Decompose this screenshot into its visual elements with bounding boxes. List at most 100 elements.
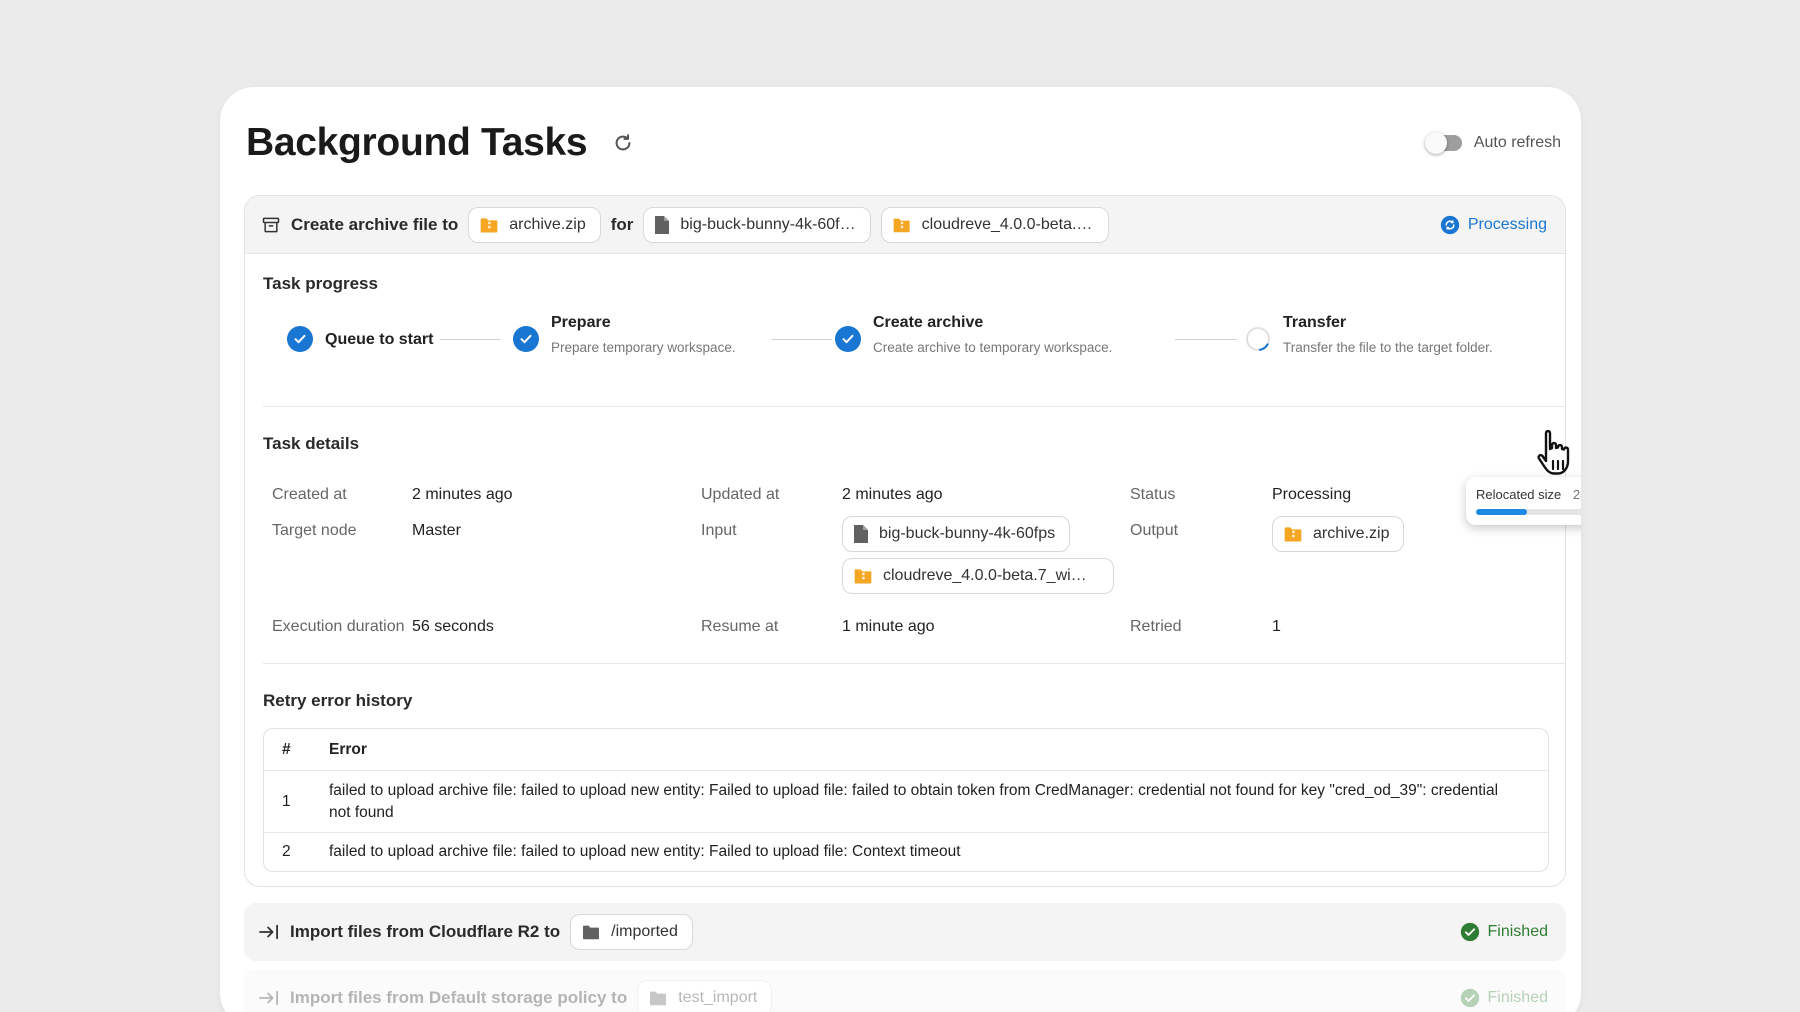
archive-icon [262, 217, 280, 232]
auto-refresh-label: Auto refresh [1473, 134, 1561, 151]
page-header: Background Tasks Auto refresh [246, 113, 1561, 173]
check-icon [835, 326, 861, 352]
duration-label: Execution duration [272, 618, 405, 635]
created-value: 2 minutes ago [412, 486, 513, 503]
check-circle-icon [1460, 922, 1479, 942]
folder-icon [650, 991, 667, 1006]
table-row: 2 failed to upload archive file: failed … [264, 833, 1548, 871]
col-num-header: # [282, 740, 291, 758]
step-queue: Queue to start [287, 326, 433, 352]
task-progress-title: Task progress [263, 274, 378, 293]
folder-zip-icon [894, 218, 911, 232]
table-row: 1 failed to upload archive file: failed … [264, 771, 1548, 833]
input-label: Input [701, 522, 737, 539]
retried-value: 1 [1272, 618, 1281, 635]
task-card-import-default[interactable]: Import files from Default storage policy… [244, 969, 1566, 1012]
tooltip-label: Relocated size [1476, 487, 1562, 502]
step-name: Prepare [551, 314, 611, 331]
file-icon [655, 215, 670, 234]
folder-zip-icon [854, 569, 872, 584]
step-name: Queue to start [325, 331, 434, 348]
app-window: Background Tasks Auto refresh Create arc… [220, 87, 1581, 1012]
row-num: 1 [282, 792, 291, 810]
node-label: Target node [272, 522, 357, 539]
step-transfer[interactable]: Transfer Transfer the file to the target … [1245, 314, 1493, 355]
refresh-icon [615, 134, 631, 151]
step-desc: Prepare temporary workspace. [551, 340, 736, 355]
input-file-chip-1-label: big-buck-bunny-4k-60fps [879, 525, 1056, 542]
check-circle-icon [1460, 988, 1479, 1008]
task-details-title: Task details [263, 434, 360, 453]
task-details: Created at 2 minutes ago Updated at 2 mi… [272, 486, 1552, 646]
step-connector [440, 339, 500, 340]
task3-status-badge: Finished [1460, 988, 1548, 1008]
input-chip-1[interactable]: big-buck-bunny-4k-60f… [643, 206, 872, 243]
step-connector [772, 339, 832, 340]
task-header[interactable]: Create archive file to archive.zip for b… [245, 196, 1565, 254]
node-value: Master [412, 522, 461, 539]
folder-icon [583, 925, 600, 940]
row-error: failed to upload archive file: failed to… [329, 781, 1499, 821]
section-divider [263, 663, 1565, 664]
folder-zip-icon [480, 217, 498, 232]
task2-status-label: Finished [1487, 923, 1548, 940]
tooltip-progress-fill [1476, 509, 1527, 515]
task2-status-badge: Finished [1460, 922, 1548, 942]
input-chip-2-label: cloudreve_4.0.0-beta.7… [921, 215, 1095, 233]
task2-target-chip[interactable]: /imported [570, 914, 693, 950]
page-title: Background Tasks [246, 121, 588, 164]
created-label: Created at [272, 486, 347, 503]
import-arrow-icon [259, 990, 278, 1006]
updated-value: 2 minutes ago [842, 486, 943, 503]
folder-zip-icon [1284, 527, 1302, 542]
auto-refresh: Auto refresh [1424, 132, 1561, 154]
loading-spinner-icon [1245, 326, 1271, 352]
duration-value: 56 seconds [412, 618, 494, 635]
retried-label: Retried [1130, 618, 1182, 635]
status-detail-label: Status [1130, 486, 1176, 503]
resume-value: 1 minute ago [842, 618, 935, 635]
row-num: 2 [282, 843, 291, 860]
input-chip-1-label: big-buck-bunny-4k-60f… [680, 215, 856, 233]
updated-label: Updated at [701, 486, 780, 503]
input-file-chip-1[interactable]: big-buck-bunny-4k-60fps [842, 516, 1071, 552]
task3-target-label: test_import [678, 989, 758, 1006]
target-chip-label: archive.zip [509, 215, 586, 233]
task2-target-label: /imported [611, 923, 678, 940]
check-icon [513, 326, 539, 352]
step-create-archive: Create archive Create archive to temporar… [835, 314, 1113, 355]
input-chip-2[interactable]: cloudreve_4.0.0-beta.7… [881, 206, 1110, 243]
check-icon [287, 326, 313, 352]
task3-target-chip[interactable]: test_import [637, 980, 773, 1012]
step-name: Transfer [1283, 314, 1347, 331]
step-connector [1175, 339, 1237, 340]
file-icon [854, 525, 868, 543]
section-divider [263, 406, 1565, 407]
task3-status-label: Finished [1487, 989, 1548, 1006]
for-label: for [610, 214, 634, 234]
refresh-button[interactable] [609, 129, 637, 157]
input-file-chip-2[interactable]: cloudreve_4.0.0-beta.7_wi… [842, 558, 1114, 594]
output-chip-label: archive.zip [1313, 525, 1390, 542]
retry-history-title: Retry error history [263, 691, 413, 710]
output-label: Output [1130, 522, 1179, 539]
step-desc: Create archive to temporary workspace. [873, 340, 1113, 355]
task-card-archive: Create archive file to archive.zip for b… [244, 195, 1566, 887]
output-chip[interactable]: archive.zip [1272, 516, 1405, 552]
auto-refresh-toggle[interactable] [1424, 132, 1462, 154]
col-error-header: Error [329, 740, 367, 758]
task3-title: Import files from Default storage policy… [290, 988, 628, 1007]
import-arrow-icon [259, 924, 278, 940]
input-file-chip-2-label: cloudreve_4.0.0-beta.7_wi… [883, 567, 1087, 584]
target-chip[interactable]: archive.zip [468, 206, 601, 243]
step-name: Create archive [873, 314, 984, 331]
tooltip-progress-bar [1476, 509, 1581, 515]
retry-error-table: # Error 1 failed to upload archive file:… [263, 728, 1549, 872]
step-desc: Transfer the file to the target folder. [1283, 340, 1493, 355]
task-title: Create archive file to [291, 214, 459, 234]
task2-title: Import files from Cloudflare R2 to [290, 922, 561, 941]
task-card-import-r2[interactable]: Import files from Cloudflare R2 to /impo… [244, 903, 1566, 961]
status-label: Processing [1467, 215, 1547, 233]
sync-icon [1440, 215, 1460, 234]
row-error: failed to upload archive file: failed to… [329, 843, 961, 860]
